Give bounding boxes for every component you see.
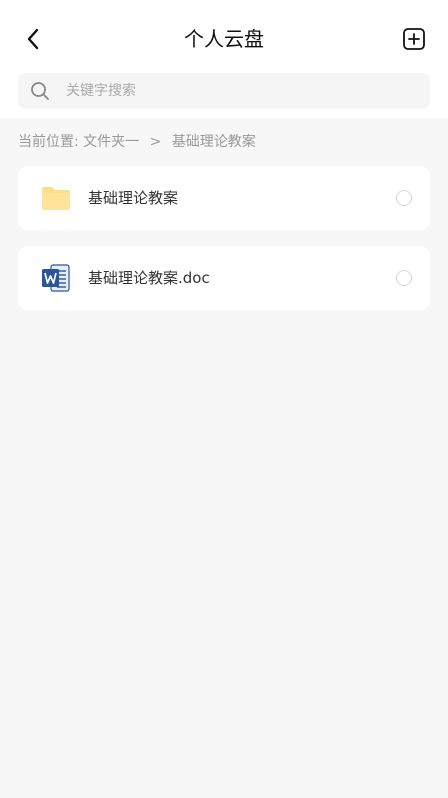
breadcrumb-current: 基础理论教案: [171, 134, 256, 150]
item-name: 基础理论教案: [88, 189, 179, 207]
file-item[interactable]: 基础理论教案.doc: [18, 246, 430, 310]
page-title: 个人云盘: [184, 27, 264, 51]
select-radio[interactable]: [396, 190, 412, 206]
search-icon: [31, 82, 49, 100]
folder-item[interactable]: 基础理论教案: [18, 166, 430, 230]
folder-icon: [42, 187, 70, 210]
search-bar[interactable]: [18, 73, 430, 109]
add-square-icon: [403, 28, 425, 50]
select-radio[interactable]: [396, 270, 412, 286]
item-name: 基础理论教案.doc: [88, 269, 210, 287]
word-doc-icon: [42, 264, 70, 292]
breadcrumb-parent[interactable]: 文件夹一: [83, 132, 139, 152]
breadcrumb-separator: >: [149, 134, 162, 150]
breadcrumb: 当前位置: 文件夹一 > 基础理论教案: [18, 132, 256, 152]
breadcrumb-prefix: 当前位置:: [18, 134, 79, 150]
top-bar: 个人云盘: [0, 0, 448, 118]
add-button[interactable]: [400, 25, 428, 53]
search-input[interactable]: [66, 73, 416, 109]
